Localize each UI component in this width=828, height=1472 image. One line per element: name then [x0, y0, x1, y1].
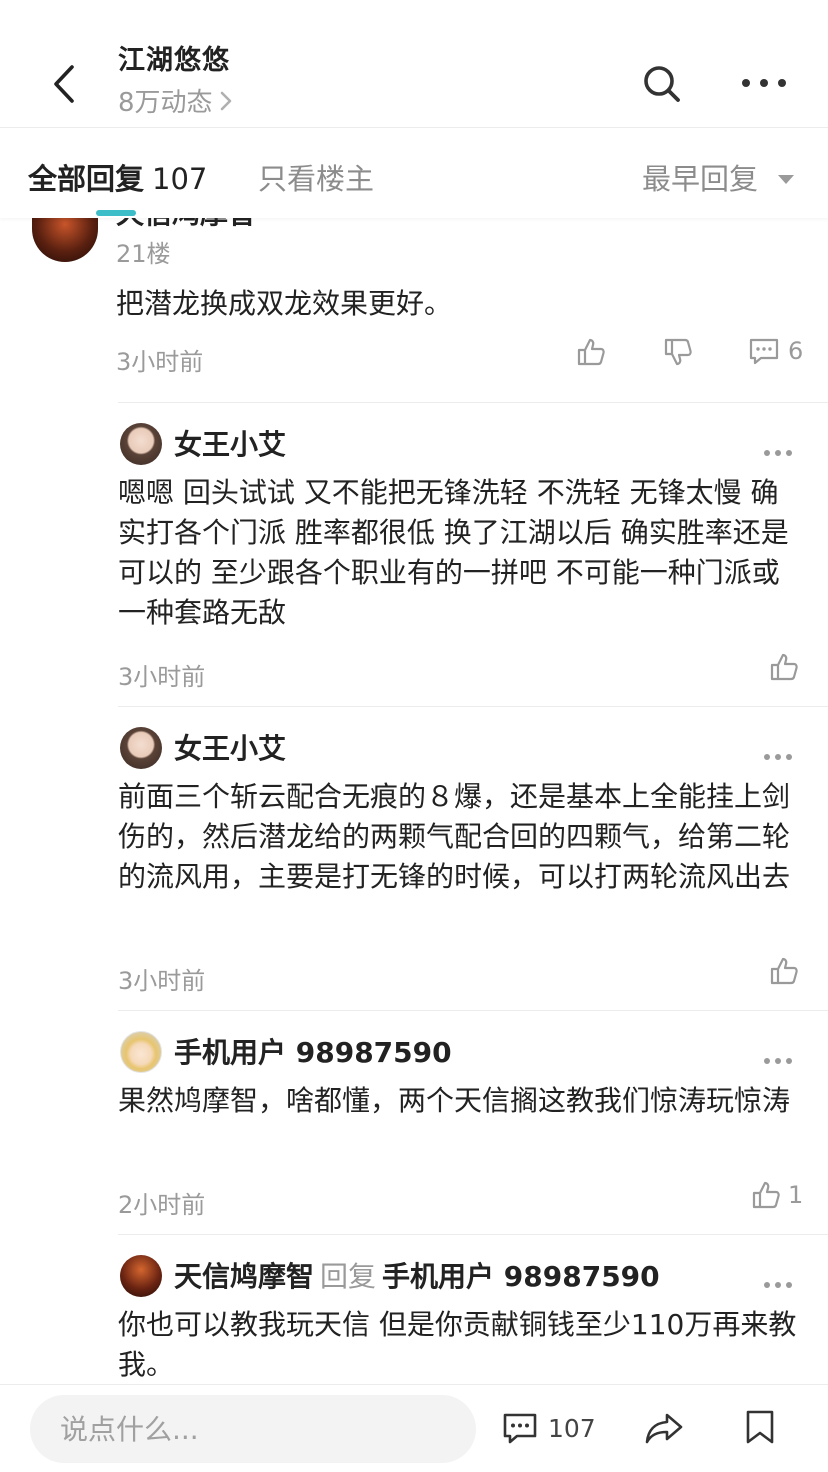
reply-tabs: 全部回复 107 只看楼主 最早回复 — [0, 128, 828, 218]
thumbs-down-icon — [664, 338, 692, 366]
comment-input[interactable] — [30, 1395, 476, 1463]
more-options-button[interactable] — [764, 753, 792, 761]
like-button[interactable] — [768, 651, 800, 683]
author-name[interactable]: 女王小艾 — [174, 423, 286, 463]
timestamp: 3小时前 — [118, 967, 206, 995]
timestamp: 3小时前 — [118, 663, 206, 691]
like-button[interactable] — [575, 336, 607, 368]
more-dot-icon — [775, 754, 781, 760]
avatar[interactable] — [120, 1255, 162, 1297]
like-button[interactable]: 1 — [750, 1179, 803, 1211]
caret-down-icon — [778, 174, 795, 184]
bookmark-icon — [746, 1410, 774, 1444]
more-dot-icon — [778, 79, 786, 87]
more-options-button[interactable] — [742, 70, 786, 96]
timestamp: 2小时前 — [118, 1191, 206, 1219]
more-dot-icon — [764, 1282, 770, 1288]
avatar[interactable] — [32, 218, 98, 262]
more-dot-icon — [775, 450, 781, 456]
share-button[interactable] — [644, 1411, 684, 1449]
forum-activity-link[interactable]: 8万动态 — [118, 82, 233, 119]
search-button[interactable] — [640, 62, 684, 106]
thumbs-up-icon — [770, 653, 798, 681]
like-button[interactable] — [768, 955, 800, 987]
more-options-button[interactable] — [764, 1057, 792, 1065]
comment-count: 107 — [548, 1413, 596, 1443]
tab-op-only[interactable]: 只看楼主 — [258, 156, 374, 198]
avatar[interactable] — [120, 727, 162, 769]
more-dot-icon — [786, 1058, 792, 1064]
more-options-button[interactable] — [764, 1281, 792, 1289]
reply-list: 天信鸠摩智 21楼 把潜龙换成双龙效果更好。 3小时前 6 女王小艾 嗯嗯 回头… — [0, 218, 828, 1384]
comment-icon — [503, 1413, 537, 1444]
tab-all-replies[interactable]: 全部回复 107 — [28, 156, 207, 198]
reply-text: 嗯嗯 回头试试 又不能把无锋洗轻 不洗轻 无锋太慢 确实打各个门派 胜率都很低 … — [118, 476, 789, 629]
author-name[interactable]: 手机用户 98987590 — [174, 1031, 452, 1071]
post-text: 把潜龙换成双龙效果更好。 — [116, 287, 453, 320]
more-dot-icon — [775, 1058, 781, 1064]
timestamp: 3小时前 — [116, 348, 204, 376]
forum-activity-count: 8万动态 — [118, 88, 213, 118]
chevron-right-icon — [220, 91, 231, 110]
reply-item: 女王小艾 嗯嗯 回头试试 又不能把无锋洗轻 不洗轻 无锋太慢 确实打各个门派 胜… — [118, 402, 828, 706]
more-options-button[interactable] — [764, 449, 792, 457]
reply-header: 天信鸠摩智 回复 手机用户 98987590 — [174, 1255, 660, 1295]
dislike-button[interactable] — [662, 336, 694, 368]
author-name[interactable]: 天信鸠摩智 — [174, 1260, 314, 1293]
share-icon — [645, 1413, 683, 1444]
more-dot-icon — [764, 450, 770, 456]
comment-icon — [749, 338, 779, 365]
more-dot-icon — [764, 1058, 770, 1064]
forum-title[interactable]: 江湖悠悠 — [118, 38, 230, 77]
reply-item: 女王小艾 前面三个斩云配合无痕的８爆，还是基本上全能挂上剑伤的，然后潜龙给的两颗… — [118, 706, 828, 1010]
reply-text: 你也可以教我玩天信 但是你贡献铜钱至少110万再来教我。 — [118, 1308, 797, 1381]
more-dot-icon — [764, 754, 770, 760]
avatar[interactable] — [120, 423, 162, 465]
more-dot-icon — [775, 1282, 781, 1288]
reply-item: 手机用户 98987590 果然鸠摩智，啥都懂，两个天信搁这教我们惊涛玩惊涛 2… — [118, 1010, 828, 1234]
reply-text: 前面三个斩云配合无痕的８爆，还是基本上全能挂上剑伤的，然后潜龙给的两颗气配合回的… — [118, 780, 791, 893]
more-dot-icon — [760, 79, 768, 87]
top-bar: 江湖悠悠 8万动态 — [0, 0, 828, 128]
comments-button[interactable]: 107 — [502, 1411, 596, 1445]
back-arrow-icon — [54, 65, 74, 103]
more-dot-icon — [742, 79, 750, 87]
sort-dropdown[interactable]: 最早回复 — [642, 156, 795, 198]
reply-to-user[interactable]: 手机用户 98987590 — [382, 1260, 660, 1293]
more-dot-icon — [786, 754, 792, 760]
bookmark-button[interactable] — [744, 1409, 776, 1449]
like-count: 1 — [788, 1181, 804, 1209]
active-tab-indicator — [96, 210, 136, 216]
back-button[interactable] — [40, 58, 88, 110]
more-dot-icon — [786, 1282, 792, 1288]
reply-to-label: 回复 — [320, 1260, 377, 1293]
floor-post: 天信鸠摩智 21楼 把潜龙换成双龙效果更好。 3小时前 6 — [0, 218, 828, 393]
more-options-button[interactable] — [763, 218, 795, 220]
floor-number: 21楼 — [116, 240, 171, 268]
sort-label: 最早回复 — [642, 162, 759, 196]
author-name[interactable]: 女王小艾 — [174, 727, 286, 767]
tab-all-count: 107 — [152, 162, 208, 196]
search-icon — [644, 66, 680, 102]
tab-all-label: 全部回复 — [28, 162, 145, 196]
author-name[interactable]: 天信鸠摩智 — [116, 218, 256, 232]
comment-button[interactable]: 6 — [748, 336, 803, 366]
bottom-action-bar: 107 — [0, 1384, 828, 1472]
reply-text: 果然鸠摩智，啥都懂，两个天信搁这教我们惊涛玩惊涛 — [118, 1084, 791, 1117]
reply-count: 6 — [788, 337, 804, 365]
thumbs-up-icon — [577, 338, 605, 366]
reply-item: 天信鸠摩智 回复 手机用户 98987590 你也可以教我玩天信 但是你贡献铜钱至少… — [118, 1234, 828, 1384]
avatar[interactable] — [120, 1031, 162, 1073]
thumbs-up-icon — [770, 957, 798, 985]
thumbs-up-icon — [752, 1181, 780, 1209]
more-dot-icon — [786, 450, 792, 456]
